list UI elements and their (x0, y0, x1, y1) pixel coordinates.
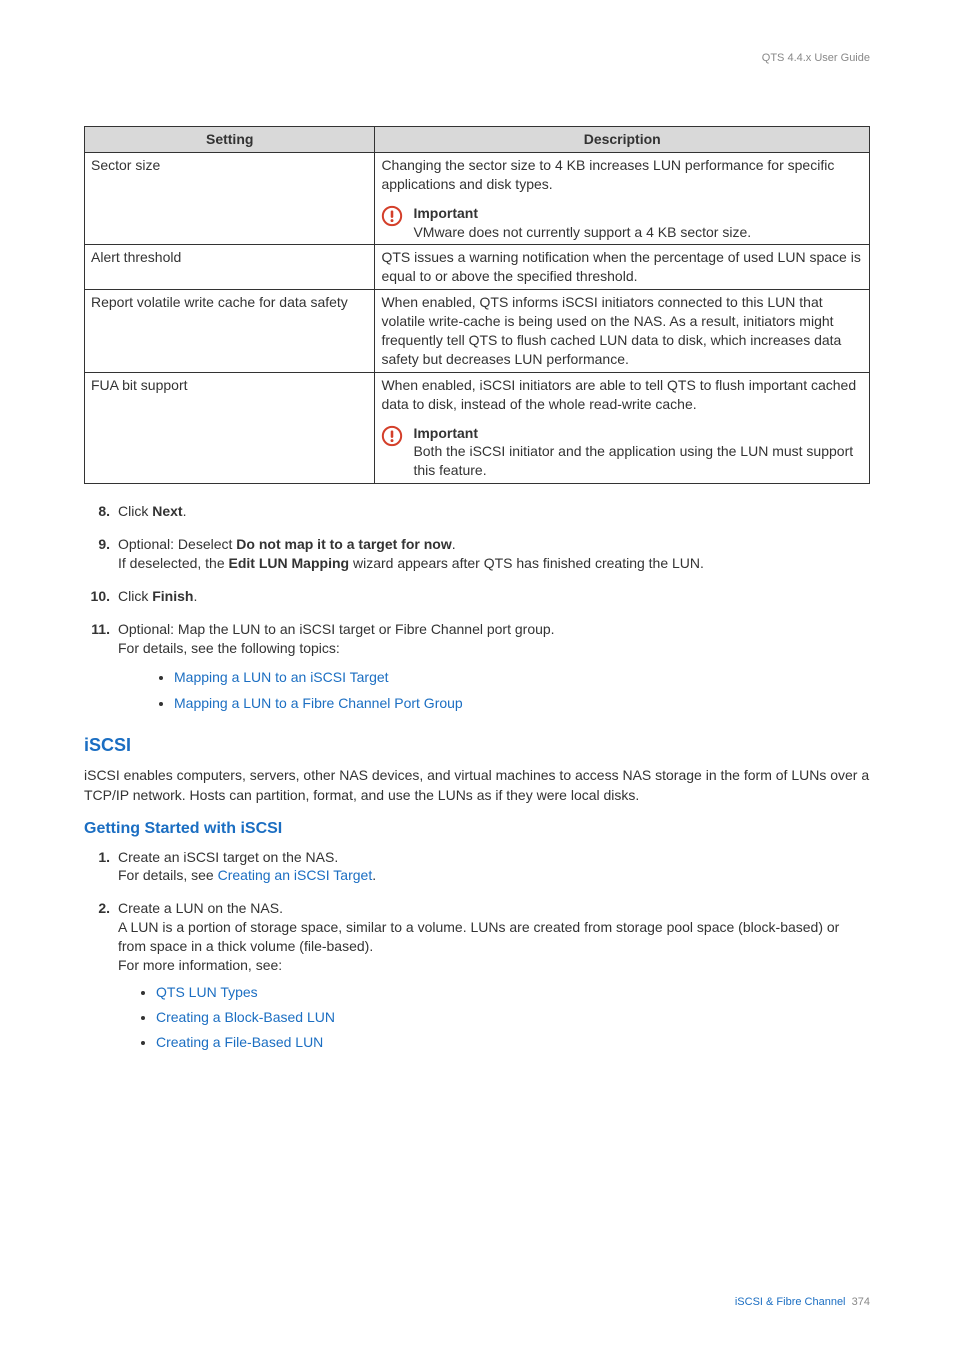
list-item: 9. Optional: Deselect Do not map it to a… (84, 535, 870, 573)
footer: iSCSI & Fibre Channel 374 (735, 1296, 870, 1308)
important-body: VMware does not currently support a 4 KB… (413, 223, 863, 242)
important-note: Important VMware does not currently supp… (381, 204, 863, 242)
list-item: 10. Click Finish. (84, 587, 870, 606)
step-number: 11. (84, 620, 118, 722)
steps-list: 8. Click Next. 9. Optional: Deselect Do … (84, 502, 870, 721)
th-description: Description (375, 127, 870, 153)
list-item: Mapping a LUN to a Fibre Channel Port Gr… (174, 694, 870, 713)
table-row: Alert threshold QTS issues a warning not… (85, 245, 870, 290)
step-text: Optional: Deselect (118, 536, 236, 552)
sub-list: QTS LUN Types Creating a Block-Based LUN… (156, 983, 870, 1052)
step-number: 2. (84, 899, 118, 1057)
heading-getting-started: Getting Started with iSCSI (84, 820, 870, 838)
step-bold: Finish (152, 588, 193, 604)
cell-setting: Alert threshold (85, 245, 375, 290)
link-mapping-iscsi[interactable]: Mapping a LUN to an iSCSI Target (174, 669, 389, 685)
link-mapping-fc[interactable]: Mapping a LUN to a Fibre Channel Port Gr… (174, 695, 463, 711)
important-title: Important (413, 204, 863, 223)
step-text: wizard appears after QTS has finished cr… (349, 555, 704, 571)
link-creating-file-lun[interactable]: Creating a File-Based LUN (156, 1034, 323, 1050)
heading-iscsi: iSCSI (84, 735, 870, 756)
list-item: Mapping a LUN to an iSCSI Target (174, 668, 870, 687)
step-text: Create a LUN on the NAS. (118, 900, 283, 916)
step-bold: Next (152, 503, 182, 519)
step-text: A LUN is a portion of storage space, sim… (118, 919, 839, 954)
important-note: Important Both the iSCSI initiator and t… (381, 424, 863, 481)
step-text: If deselected, the (118, 555, 229, 571)
list-item: 11. Optional: Map the LUN to an iSCSI ta… (84, 620, 870, 722)
step-text: . (183, 503, 187, 519)
step-text: For details, see (118, 867, 218, 883)
important-body: Both the iSCSI initiator and the applica… (413, 442, 863, 480)
list-item: 1. Create an iSCSI target on the NAS. Fo… (84, 848, 870, 886)
list-item: 2. Create a LUN on the NAS. A LUN is a p… (84, 899, 870, 1057)
important-icon (381, 425, 403, 447)
link-creating-iscsi-target[interactable]: Creating an iSCSI Target (218, 867, 373, 883)
step-text: Optional: Map the LUN to an iSCSI target… (118, 621, 555, 637)
table-row: Sector size Changing the sector size to … (85, 152, 870, 245)
sub-list: Mapping a LUN to an iSCSI Target Mapping… (174, 668, 870, 714)
step-number: 8. (84, 502, 118, 521)
step-text: Click (118, 503, 152, 519)
step-bold: Do not map it to a target for now (236, 536, 451, 552)
header-guide-title: QTS 4.4.x User Guide (762, 52, 870, 64)
th-setting: Setting (85, 127, 375, 153)
step-text: For more information, see: (118, 957, 282, 973)
list-item: Creating a File-Based LUN (156, 1033, 870, 1052)
settings-table: Setting Description Sector size Changing… (84, 126, 870, 484)
step-text: Create an iSCSI target on the NAS. (118, 849, 338, 865)
step-text: Click (118, 588, 152, 604)
important-title: Important (413, 424, 863, 443)
footer-section: iSCSI & Fibre Channel (735, 1296, 846, 1308)
list-item: 8. Click Next. (84, 502, 870, 521)
cell-description: QTS issues a warning notification when t… (375, 245, 870, 290)
list-item: Creating a Block-Based LUN (156, 1008, 870, 1027)
desc-text: When enabled, iSCSI initiators are able … (381, 377, 856, 412)
cell-setting: Sector size (85, 152, 375, 245)
step-text: . (452, 536, 456, 552)
step-number: 10. (84, 587, 118, 606)
step-text: . (372, 867, 376, 883)
list-item: QTS LUN Types (156, 983, 870, 1002)
getting-started-list: 1. Create an iSCSI target on the NAS. Fo… (84, 848, 870, 1058)
iscsi-paragraph: iSCSI enables computers, servers, other … (84, 766, 870, 805)
link-creating-block-lun[interactable]: Creating a Block-Based LUN (156, 1009, 335, 1025)
step-bold: Edit LUN Mapping (229, 555, 350, 571)
table-row: Report volatile write cache for data saf… (85, 290, 870, 373)
step-number: 9. (84, 535, 118, 573)
cell-description: When enabled, iSCSI initiators are able … (375, 372, 870, 483)
desc-text: Changing the sector size to 4 KB increas… (381, 157, 834, 192)
footer-page: 374 (852, 1296, 870, 1308)
cell-setting: FUA bit support (85, 372, 375, 483)
link-qts-lun-types[interactable]: QTS LUN Types (156, 984, 258, 1000)
cell-description: When enabled, QTS informs iSCSI initiato… (375, 290, 870, 373)
step-text: For details, see the following topics: (118, 640, 340, 656)
step-text: . (193, 588, 197, 604)
step-number: 1. (84, 848, 118, 886)
cell-description: Changing the sector size to 4 KB increas… (375, 152, 870, 245)
table-row: FUA bit support When enabled, iSCSI init… (85, 372, 870, 483)
cell-setting: Report volatile write cache for data saf… (85, 290, 375, 373)
important-icon (381, 205, 403, 227)
